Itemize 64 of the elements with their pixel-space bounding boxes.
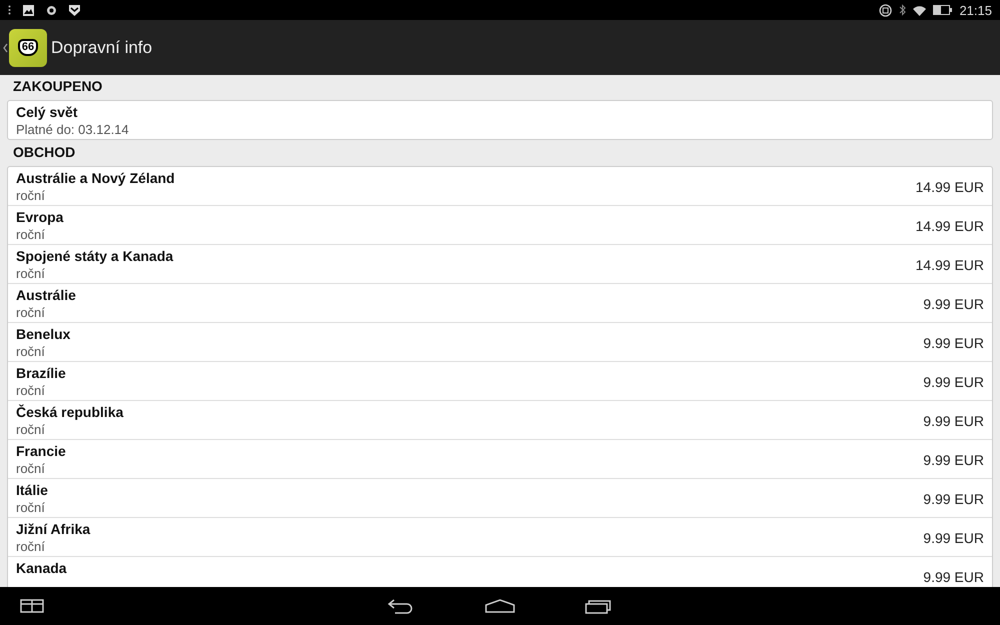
- battery-icon: [933, 5, 952, 15]
- bluetooth-icon: [899, 4, 906, 16]
- shop-item[interactable]: Benelux roční 9.99 EUR: [8, 323, 992, 362]
- shop-item[interactable]: Austrálie a Nový Zéland roční 14.99 EUR: [8, 167, 992, 206]
- shop-item[interactable]: Itálie roční 9.99 EUR: [8, 479, 992, 518]
- item-detail: roční: [16, 538, 46, 555]
- item-price: 14.99 EUR: [916, 256, 984, 272]
- back-caret-icon: [3, 42, 8, 52]
- item-name: Francie: [16, 442, 66, 460]
- back-icon[interactable]: [387, 598, 415, 614]
- item-price: 9.99 EUR: [923, 334, 984, 350]
- item-name: Spojené státy a Kanada: [16, 247, 174, 265]
- more-icon: [8, 5, 11, 15]
- item-price: 9.99 EUR: [923, 528, 984, 546]
- item-detail: roční: [16, 460, 46, 477]
- item-detail: roční: [16, 226, 46, 243]
- item-name: Itálie: [16, 481, 48, 499]
- shop-item[interactable]: Kanada 9.99 EUR: [8, 557, 992, 587]
- shop-item[interactable]: Česká republika roční 9.99 EUR: [8, 401, 992, 440]
- recent-apps-icon[interactable]: [585, 598, 613, 614]
- item-name: Kanada: [16, 559, 67, 577]
- item-detail: roční: [16, 382, 46, 399]
- home-icon[interactable]: [485, 599, 515, 613]
- wifi-icon: [913, 4, 926, 16]
- item-name: Benelux: [16, 325, 70, 343]
- item-price: 9.99 EUR: [923, 294, 984, 312]
- shop-item[interactable]: Austrálie roční 9.99 EUR: [8, 284, 992, 323]
- item-name: Austrálie a Nový Zéland: [16, 169, 175, 187]
- item-price: 14.99 EUR: [916, 178, 984, 194]
- shop-item[interactable]: Francie roční 9.99 EUR: [8, 440, 992, 479]
- item-name: Česká republika: [16, 403, 124, 421]
- item-price: 9.99 EUR: [923, 372, 984, 390]
- item-name: Evropa: [16, 208, 64, 226]
- item-price: 9.99 EUR: [923, 490, 984, 506]
- split-screen-icon[interactable]: [20, 599, 44, 613]
- shield-icon: [69, 4, 80, 16]
- item-price: 14.99 EUR: [916, 216, 984, 234]
- section-header: ZAKOUPENO: [12, 77, 104, 96]
- item-name: Jižní Afrika: [16, 520, 90, 538]
- purchased-item[interactable]: Celý svět Platné do: 03.12.14: [8, 101, 992, 139]
- item-detail: roční: [16, 343, 46, 360]
- sim-icon: [879, 4, 892, 16]
- item-price: 9.99 EUR: [923, 450, 984, 468]
- shop-item[interactable]: Spojené státy a Kanada roční 14.99 EUR: [8, 245, 992, 284]
- clock-time: 21:15: [959, 2, 992, 18]
- item-detail: roční: [16, 304, 46, 321]
- item-detail: roční: [16, 265, 46, 282]
- shop-item[interactable]: Evropa roční 14.99 EUR: [8, 206, 992, 245]
- item-detail: roční: [16, 421, 46, 438]
- item-name: Austrálie: [16, 286, 76, 304]
- item-detail: roční: [16, 187, 46, 204]
- item-price: 9.99 EUR: [923, 568, 984, 584]
- shop-item[interactable]: Brazílie roční 9.99 EUR: [8, 362, 992, 401]
- app-title: Dopravní info: [51, 38, 152, 58]
- item-price: 9.99 EUR: [923, 412, 984, 428]
- item-name: Celý svět: [16, 103, 78, 121]
- shop-item[interactable]: Jižní Afrika roční 9.99 EUR: [8, 518, 992, 557]
- item-name: Brazílie: [16, 364, 66, 382]
- item-detail: Platné do: 03.12.14: [16, 121, 129, 138]
- picture-icon: [23, 4, 34, 16]
- app-logo-icon: 66: [9, 28, 47, 66]
- item-detail: roční: [16, 499, 46, 516]
- section-header: OBCHOD: [12, 143, 76, 162]
- app-home-button[interactable]: 66: [0, 28, 47, 66]
